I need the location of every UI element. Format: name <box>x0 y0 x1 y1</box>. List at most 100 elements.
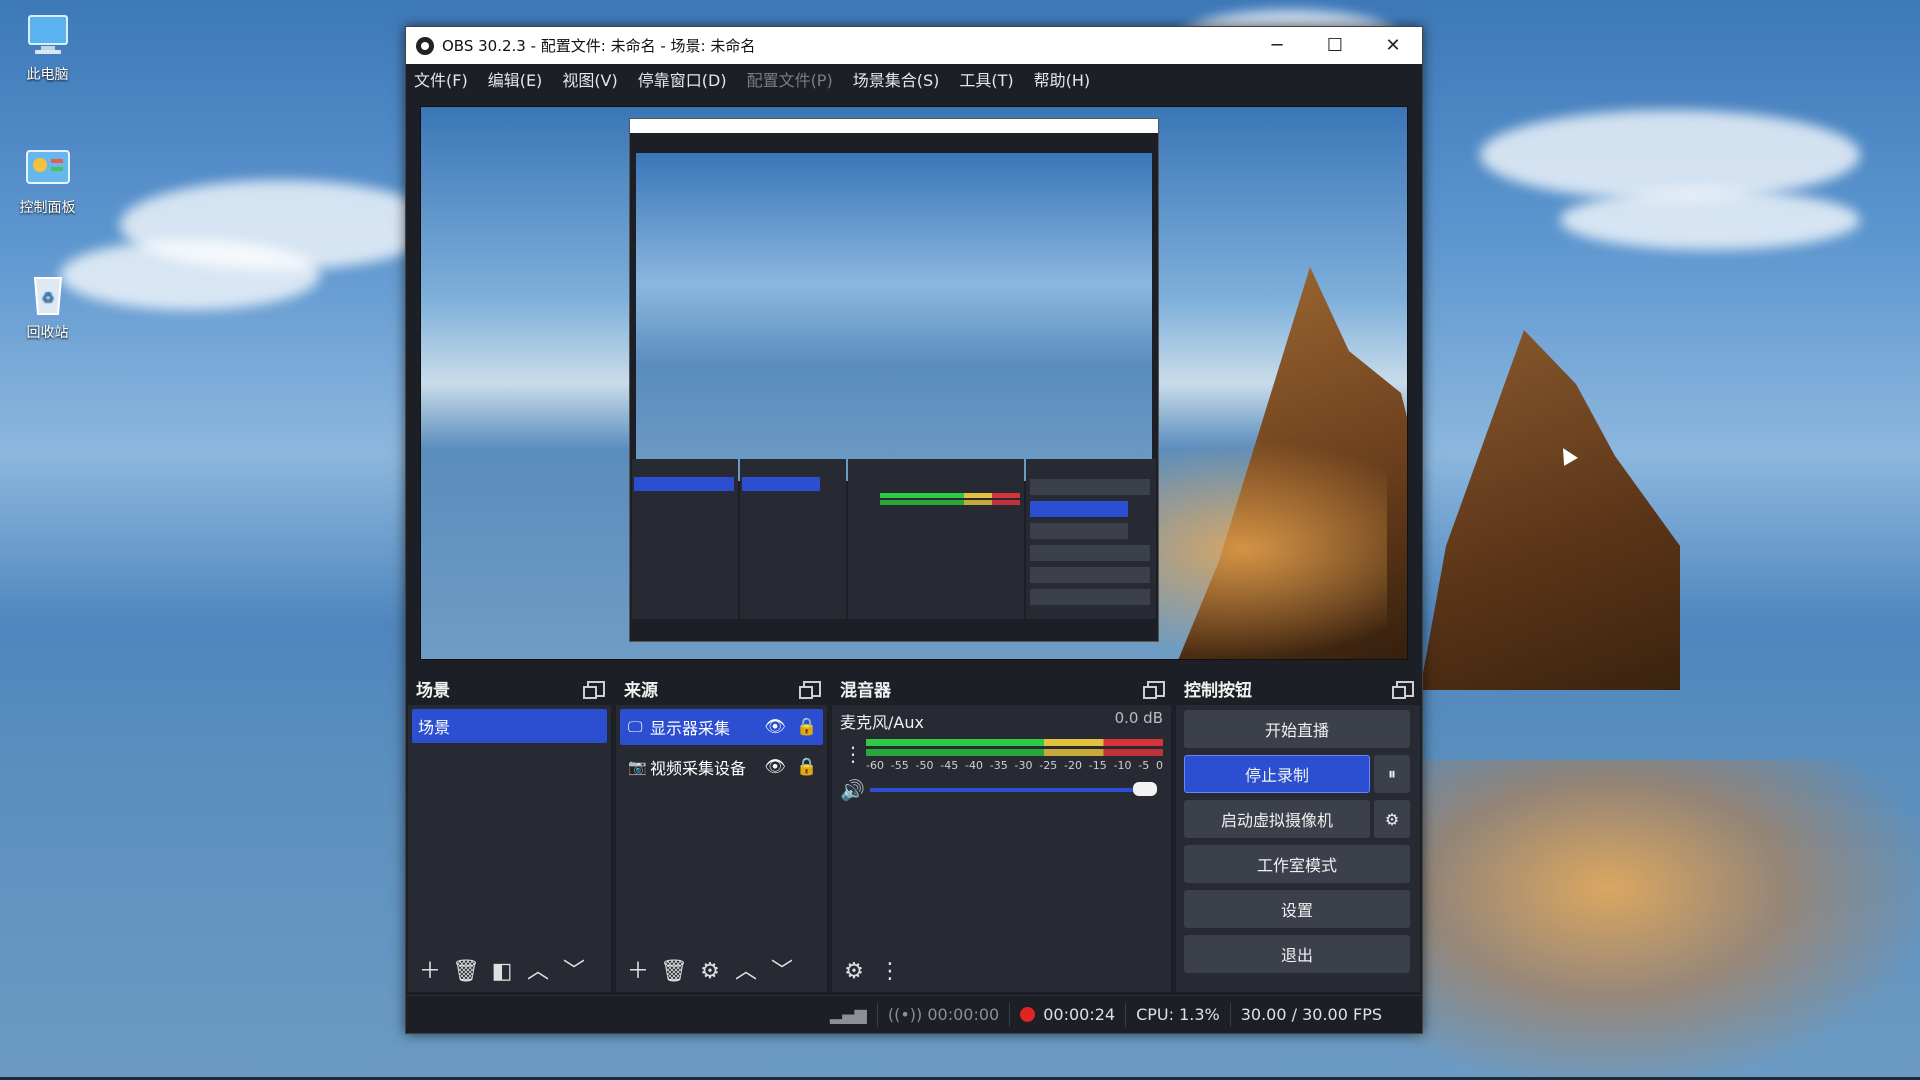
meter-tick-label: -5 <box>1138 759 1150 772</box>
menu-profile[interactable]: 配置文件(P) <box>747 67 833 91</box>
menu-docks[interactable]: 停靠窗口(D) <box>638 67 727 91</box>
channel-name: 麦克风/Aux <box>840 713 924 732</box>
meter-tick-label: -30 <box>1014 759 1033 772</box>
remove-source-icon[interactable]: 🗑 <box>656 961 692 983</box>
scenes-title: 场景 <box>416 681 450 701</box>
source-label: 显示器采集 <box>650 719 731 738</box>
exit-button[interactable]: 退出 <box>1184 935 1410 973</box>
undock-icon[interactable] <box>799 680 821 699</box>
close-button[interactable]: ✕ <box>1364 27 1422 64</box>
maximize-button[interactable]: ☐ <box>1306 27 1364 64</box>
meter-tick-label: -40 <box>965 759 983 772</box>
desktop-icon-label: 控制面板 <box>19 200 76 216</box>
advanced-audio-gear-icon[interactable]: ⚙ <box>836 961 872 983</box>
obs-logo-icon <box>416 36 434 55</box>
move-down-icon[interactable]: ﹀ <box>764 961 800 983</box>
add-source-icon[interactable]: ＋ <box>620 961 656 983</box>
pause-icon: ⏸ <box>1387 764 1396 783</box>
studio-mode-button[interactable]: 工作室模式 <box>1184 845 1410 883</box>
status-bar: ▂▄▆ ((•)) 00:00:00 00:00:24 CPU: 1.3% 30… <box>406 995 1422 1033</box>
source-label: 视频采集设备 <box>650 759 747 778</box>
menu-bar: 文件(F) 编辑(E) 视图(V) 停靠窗口(D) 配置文件(P) 场景集合(S… <box>406 64 1422 94</box>
settings-button[interactable]: 设置 <box>1184 890 1410 928</box>
meter-tick-label: -25 <box>1039 759 1058 772</box>
meter-tick-label: -45 <box>940 759 959 772</box>
undock-icon[interactable] <box>1392 680 1414 699</box>
virtual-camera-settings-button[interactable]: ⚙ <box>1374 800 1410 838</box>
desktop-icon-label: 回收站 <box>26 325 69 341</box>
stream-status-icon: ((•)) <box>887 1005 928 1024</box>
move-up-icon[interactable]: ︿ <box>520 961 556 983</box>
sources-title: 来源 <box>624 681 658 701</box>
speaker-icon[interactable]: 🔊 <box>840 778 870 802</box>
channel-menu-icon[interactable]: ⋮ <box>840 739 866 769</box>
move-up-icon[interactable]: ︿ <box>728 961 764 983</box>
menu-scene-collection[interactable]: 场景集合(S) <box>853 67 940 91</box>
nested-obs-capture <box>629 118 1159 642</box>
mixer-menu-icon[interactable]: ⋮ <box>872 961 908 983</box>
sources-dock: 来源 🖵 显示器采集 👁 🔒 📷 视频采集设备 👁 🔒 ＋ 🗑 ⚙ ︿ ﹀ <box>616 672 827 992</box>
remove-scene-icon[interactable]: 🗑 <box>448 961 484 983</box>
svg-text:♻: ♻ <box>41 290 54 306</box>
move-down-icon[interactable]: ﹀ <box>556 961 592 983</box>
channel-db: 0.0 dB <box>1114 709 1163 727</box>
source-properties-gear-icon[interactable]: ⚙ <box>692 961 728 983</box>
desktop-icon-recycle-bin[interactable]: ♻ 回收站 <box>10 270 85 342</box>
pause-recording-button[interactable]: ⏸ <box>1374 755 1410 793</box>
source-item-video-capture[interactable]: 📷 视频采集设备 👁 🔒 <box>620 749 823 785</box>
menu-tools[interactable]: 工具(T) <box>959 67 1013 91</box>
menu-help[interactable]: 帮助(H) <box>1034 67 1091 91</box>
volume-meter: -60 -55 -50 -45 -40 -35 -30 -25 -20 -15 -10 -5 0 <box>866 739 1163 772</box>
minimize-button[interactable]: ─ <box>1248 27 1306 64</box>
window-title: OBS 30.2.3 - 配置文件: 未命名 - 场景: 未命名 <box>442 37 756 55</box>
gear-icon: ⚙ <box>1384 809 1400 829</box>
desktop-icon-control-panel[interactable]: 控制面板 <box>10 145 85 217</box>
lock-icon[interactable]: 🔒 <box>791 717 823 737</box>
controls-title: 控制按钮 <box>1184 681 1252 701</box>
recording-dot-icon <box>1020 1007 1036 1022</box>
camera-icon: 📷 <box>628 758 647 776</box>
lock-icon[interactable]: 🔒 <box>791 757 823 777</box>
volume-slider-handle[interactable] <box>1133 782 1157 796</box>
recording-time: 00:00:24 <box>1043 1005 1116 1024</box>
network-signal-icon: ▂▄▆ <box>829 1005 867 1024</box>
meter-tick-label: -55 <box>890 759 909 772</box>
obs-window: OBS 30.2.3 - 配置文件: 未命名 - 场景: 未命名 ─ ☐ ✕ 文… <box>405 26 1423 1034</box>
mixer-dock: 混音器 麦克风/Aux 0.0 dB ⋮ -60 -55 -50 -45 -40 -35-… <box>832 672 1171 992</box>
controls-dock: 控制按钮 开始直播 停止录制 ⏸ 启动虚拟摄像机 ⚙ 工作室模式 设置 退出 <box>1176 672 1420 992</box>
meter-tick-label: 0 <box>1156 759 1163 772</box>
stop-recording-button[interactable]: 停止录制 <box>1184 755 1370 793</box>
add-scene-icon[interactable]: ＋ <box>412 961 448 983</box>
mixer-channel: 麦克风/Aux 0.0 dB ⋮ -60 -55 -50 -45 -40 -35 -30 -2… <box>832 705 1171 806</box>
start-virtual-camera-button[interactable]: 启动虚拟摄像机 <box>1184 800 1370 838</box>
start-streaming-button[interactable]: 开始直播 <box>1184 710 1410 748</box>
scenes-dock: 场景 场景 ＋ 🗑 ◧ ︿ ﹀ <box>408 672 611 992</box>
desktop-icon-this-pc[interactable]: 此电脑 <box>10 12 85 84</box>
preview-canvas[interactable] <box>420 106 1408 660</box>
meter-tick-label: -35 <box>989 759 1008 772</box>
volume-slider[interactable] <box>870 782 1157 796</box>
meter-ticks: -60 -55 -50 -45 -40 -35 -30 -25 -20 -15 -10 -5 0 <box>866 759 1163 772</box>
undock-icon[interactable] <box>1143 680 1165 699</box>
source-item-display-capture[interactable]: 🖵 显示器采集 👁 🔒 <box>620 709 823 745</box>
desktop-icon-label: 此电脑 <box>26 67 69 83</box>
cpu-usage: CPU: 1.3% <box>1136 1005 1220 1024</box>
meter-tick-label: -50 <box>915 759 934 772</box>
meter-tick-label: -15 <box>1088 759 1107 772</box>
visibility-eye-icon[interactable]: 👁 <box>759 717 791 737</box>
undock-icon[interactable] <box>583 680 605 699</box>
meter-tick-label: -20 <box>1064 759 1082 772</box>
stream-time: 00:00:00 <box>927 1005 1000 1024</box>
title-bar[interactable]: OBS 30.2.3 - 配置文件: 未命名 - 场景: 未命名 ─ ☐ ✕ <box>406 27 1422 64</box>
menu-view[interactable]: 视图(V) <box>562 67 617 91</box>
meter-tick-label: -10 <box>1113 759 1132 772</box>
mixer-title: 混音器 <box>840 681 891 701</box>
scene-list-item[interactable]: 场景 <box>412 709 607 743</box>
control-panel-icon <box>23 145 73 193</box>
scene-filter-icon[interactable]: ◧ <box>484 961 520 983</box>
visibility-eye-icon[interactable]: 👁 <box>759 757 791 777</box>
computer-icon <box>23 12 73 60</box>
menu-file[interactable]: 文件(F) <box>414 67 468 91</box>
monitor-icon: 🖵 <box>628 718 643 736</box>
menu-edit[interactable]: 编辑(E) <box>488 67 543 91</box>
